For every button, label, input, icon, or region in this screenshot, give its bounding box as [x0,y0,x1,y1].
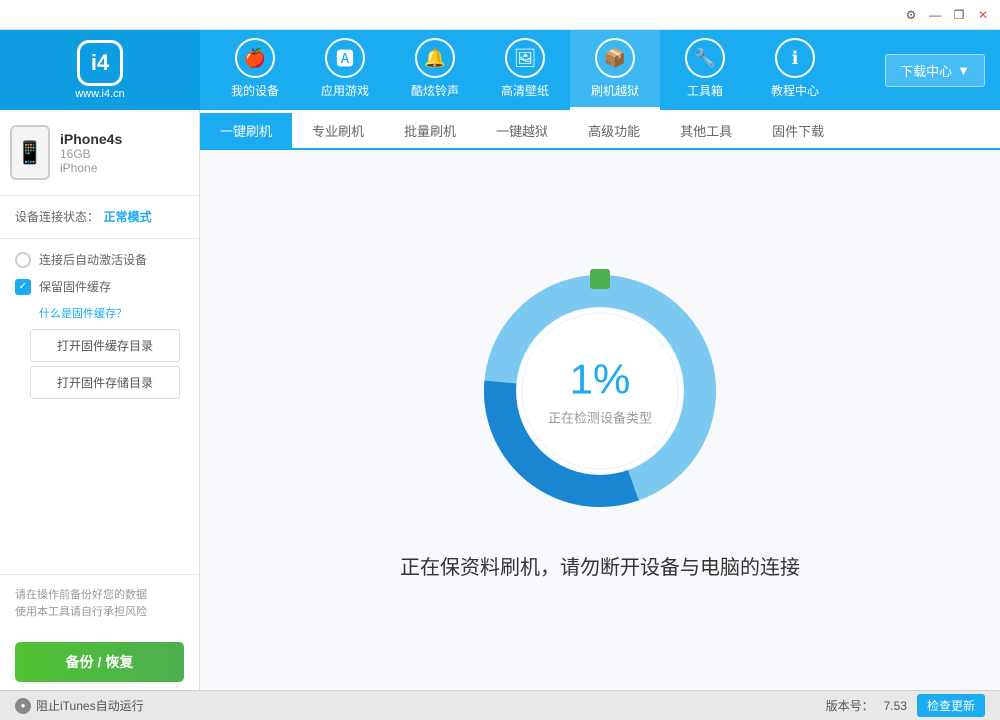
backup-restore-btn[interactable]: 备份 / 恢复 [15,642,184,682]
device-text: iPhone4s 16GB iPhone [60,131,122,175]
nav-my-device-label: 我的设备 [231,82,279,99]
app-games-icon: 🅰 [325,38,365,78]
itunes-icon: ● [15,698,31,714]
status-label: 设备连接状态： [15,210,99,224]
statusbar-left: ● 阻止iTunes自动运行 [15,697,144,714]
main: 📱 iPhone4s 16GB iPhone 设备连接状态： 正常模式 连接后自… [0,110,1000,690]
donut-container: 1% 正在检测设备类型 [470,261,730,521]
nav-toolbox[interactable]: 🔧 工具箱 [660,30,750,110]
maximize-icon[interactable]: ❐ [949,5,969,25]
status-area: 设备连接状态： 正常模式 [0,196,199,239]
check-icon: ✓ [19,281,27,292]
nav-flash[interactable]: 📦 刷机越狱 [570,30,660,110]
close-icon[interactable]: ✕ [973,5,993,25]
option-auto-activate-label: 连接后自动激活设备 [39,251,147,268]
nav-items: 🍎 我的设备 🅰 应用游戏 🔔 酷炫铃声 🖼 高清壁纸 📦 刷机越狱 🔧 工具箱… [200,30,885,110]
logo-icon: i4 [77,40,123,86]
device-storage: 16GB [60,147,122,161]
tab-pro-flash[interactable]: 专业刷机 [292,113,384,150]
sidebar: 📱 iPhone4s 16GB iPhone 设备连接状态： 正常模式 连接后自… [0,110,200,690]
tab-firmware-dl[interactable]: 固件下载 [752,113,844,150]
nav-toolbox-label: 工具箱 [687,82,723,99]
tab-one-key-flash[interactable]: 一键刷机 [200,113,292,150]
flash-icon: 📦 [595,38,635,78]
tab-advanced[interactable]: 高级功能 [568,113,660,150]
settings-icon[interactable]: ⚙ [901,5,921,25]
nav-tutorial[interactable]: ℹ 教程中心 [750,30,840,110]
device-icon: 📱 [10,125,50,180]
nav-tutorial-label: 教程中心 [771,82,819,99]
nav-my-device[interactable]: 🍎 我的设备 [210,30,300,110]
logo-url: www.i4.cn [75,88,125,100]
tab-other-tools[interactable]: 其他工具 [660,113,752,150]
nav-app-games-label: 应用游戏 [321,82,369,99]
tutorial-icon: ℹ [775,38,815,78]
checkbox-keep-firmware[interactable]: ✓ [15,279,31,295]
ringtones-icon: 🔔 [415,38,455,78]
device-type: iPhone [60,161,122,175]
donut-center: 1% 正在检测设备类型 [548,355,652,426]
my-device-icon: 🍎 [235,38,275,78]
tabs: 一键刷机 专业刷机 批量刷机 一键越狱 高级功能 其他工具 固件下载 [200,110,1000,150]
progress-area: 1% 正在检测设备类型 正在保资料刷机，请勿断开设备与电脑的连接 [200,150,1000,690]
itunes-label: 阻止iTunes自动运行 [36,697,144,714]
toolbox-icon: 🔧 [685,38,725,78]
download-btn[interactable]: 下载中心 ▼ [885,54,985,87]
version-value: 7.53 [884,699,907,713]
nav-app-games[interactable]: 🅰 应用游戏 [300,30,390,110]
nav-wallpaper-label: 高清壁纸 [501,82,549,99]
logo-area: i4 www.i4.cn [0,30,200,110]
progress-percent: 1% [548,355,652,403]
minimize-icon[interactable]: — [925,5,945,25]
nav-flash-label: 刷机越狱 [591,82,639,99]
warning-line1: 请在操作前备份好您的数据 [15,587,184,605]
download-arrow-icon: ▼ [957,63,970,78]
firmware-link[interactable]: 什么是固件缓存？ [39,305,184,321]
content: 一键刷机 专业刷机 批量刷机 一键越狱 高级功能 其他工具 固件下载 [200,110,1000,690]
statusbar-right: 版本号： 7.53 检查更新 [826,694,985,717]
option-keep-firmware-label: 保留固件缓存 [39,278,111,295]
nav-ringtones-label: 酷炫铃声 [411,82,459,99]
open-storage-dir-btn[interactable]: 打开固件存储目录 [30,366,180,399]
open-cache-dir-btn[interactable]: 打开固件缓存目录 [30,329,180,362]
titlebar: ⚙ — ❐ ✕ [0,0,1000,30]
progress-flag [590,269,610,289]
version-label: 版本号： [826,697,874,714]
header-right: 下载中心 ▼ [885,54,1000,87]
status-value: 正常模式 [103,210,151,224]
check-update-btn[interactable]: 检查更新 [917,694,985,717]
nav-ringtones[interactable]: 🔔 酷炫铃声 [390,30,480,110]
progress-description: 正在检测设备类型 [548,407,652,426]
warning-line2: 使用本工具请自行承担风险 [15,604,184,622]
option-keep-firmware[interactable]: ✓ 保留固件缓存 [15,278,184,295]
option-auto-activate[interactable]: 连接后自动激活设备 [15,251,184,268]
tab-one-key-jb[interactable]: 一键越狱 [476,113,568,150]
header: i4 www.i4.cn 🍎 我的设备 🅰 应用游戏 🔔 酷炫铃声 🖼 高清壁纸… [0,30,1000,110]
radio-auto-activate[interactable] [15,252,31,268]
download-label: 下载中心 [900,61,952,80]
device-name: iPhone4s [60,131,122,147]
warning-text: 请在操作前备份好您的数据 使用本工具请自行承担风险 [0,574,199,634]
statusbar: ● 阻止iTunes自动运行 版本号： 7.53 检查更新 [0,690,1000,720]
device-info: 📱 iPhone4s 16GB iPhone [0,110,199,196]
options-area: 连接后自动激活设备 ✓ 保留固件缓存 什么是固件缓存？ 打开固件缓存目录 打开固… [0,239,199,415]
tab-batch-flash[interactable]: 批量刷机 [384,113,476,150]
progress-message: 正在保资料刷机，请勿断开设备与电脑的连接 [400,551,800,580]
wallpaper-icon: 🖼 [505,38,545,78]
nav-wallpaper[interactable]: 🖼 高清壁纸 [480,30,570,110]
